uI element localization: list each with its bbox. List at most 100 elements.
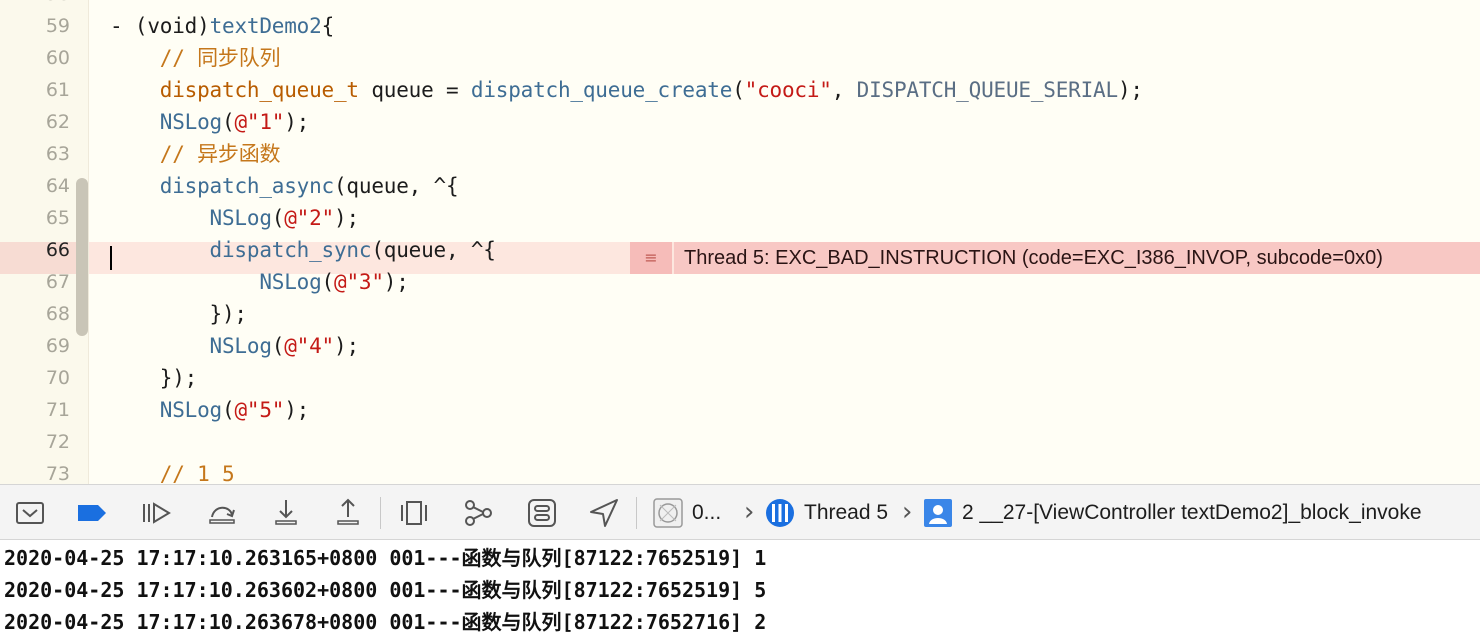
code-token: @"4" [284, 334, 334, 358]
line-number[interactable]: 73 [0, 458, 70, 484]
code-token: NSLog [159, 398, 222, 422]
code-token: (queue, ^{ [371, 238, 496, 262]
line-number[interactable]: 61 [0, 74, 70, 106]
code-line[interactable]: 61 dispatch_queue_t queue = dispatch_que… [0, 74, 1480, 106]
code-text[interactable]: }); [110, 298, 248, 330]
line-number[interactable]: 71 [0, 394, 70, 426]
code-text[interactable]: // 1 5 [110, 458, 235, 484]
code-token: ); [334, 334, 359, 358]
line-number[interactable]: 65 [0, 202, 70, 234]
thread-breadcrumb[interactable]: Thread 5 [804, 485, 888, 541]
step-into-icon[interactable] [268, 495, 304, 531]
code-text[interactable]: dispatch_queue_t queue = dispatch_queue_… [110, 74, 1143, 106]
stack-frame-user-icon [920, 495, 956, 531]
line-number[interactable]: 72 [0, 426, 70, 458]
line-number[interactable]: 63 [0, 138, 70, 170]
code-token: "cooci" [744, 78, 832, 102]
code-line[interactable]: 59 - (void)textDemo2{ [0, 10, 1480, 42]
code-token: ( [271, 334, 285, 358]
code-text[interactable]: // 异步函数 [110, 138, 281, 170]
code-text[interactable]: dispatch_async(queue, ^{ [110, 170, 459, 202]
code-token: , [831, 78, 857, 102]
code-line[interactable]: 69 NSLog(@"4"); [0, 330, 1480, 362]
line-number[interactable]: 70 [0, 362, 70, 394]
code-token: // 异步函数 [110, 142, 281, 166]
process-breadcrumb[interactable]: 0... [692, 485, 721, 541]
code-token: dispatch_async [159, 174, 334, 198]
code-token: NSLog [259, 270, 322, 294]
code-line[interactable]: 62 NSLog(@"1"); [0, 106, 1480, 138]
code-line[interactable]: 65 NSLog(@"2"); [0, 202, 1480, 234]
code-token: { [321, 14, 335, 38]
code-line[interactable]: 60 // 同步队列 [0, 42, 1480, 74]
line-number[interactable]: 69 [0, 330, 70, 362]
code-line[interactable]: 71 NSLog(@"5"); [0, 394, 1480, 426]
process-icon[interactable] [650, 495, 686, 531]
line-number[interactable]: 67 [0, 266, 70, 298]
breakpoints-toggle-icon[interactable] [74, 495, 110, 531]
line-number[interactable]: 62 [0, 106, 70, 138]
line-number[interactable]: 68 [0, 298, 70, 330]
code-text[interactable]: NSLog(@"2"); [110, 202, 360, 234]
frame-breadcrumb[interactable]: 2 __27-[ViewController textDemo2]_block_… [962, 485, 1422, 541]
code-token: // 同步队列 [110, 46, 281, 70]
line-number[interactable]: 66 [0, 234, 70, 266]
step-out-icon[interactable] [330, 495, 366, 531]
view-hierarchy-icon[interactable] [396, 495, 432, 531]
code-text[interactable]: - (void)textDemo2{ [110, 10, 334, 42]
code-token: textDemo2 [209, 14, 322, 38]
code-text[interactable]: NSLog(@"3"); [110, 266, 409, 298]
code-token: ); [1117, 78, 1143, 102]
line-number: 58 [0, 0, 70, 10]
thread-icon [762, 495, 798, 531]
continue-icon[interactable] [138, 495, 174, 531]
toolbar-separator [636, 497, 637, 529]
error-annotation[interactable]: Thread 5: EXC_BAD_INSTRUCTION (code=EXC_… [674, 242, 1480, 274]
text-caret [110, 246, 112, 270]
debug-console[interactable]: 2020-04-25 17:17:10.263165+0800 001---函数… [0, 540, 1480, 642]
code-text[interactable]: // 同步队列 [110, 42, 281, 74]
code-token: }); [110, 302, 248, 326]
code-token: NSLog [159, 110, 222, 134]
code-token: ( [732, 78, 745, 102]
code-text[interactable]: NSLog(@"4"); [110, 330, 360, 362]
code-text[interactable]: dispatch_sync(queue, ^{ [110, 234, 496, 266]
code-token: ); [334, 206, 359, 230]
hide-debug-area-icon[interactable] [12, 495, 48, 531]
code-line[interactable]: 70 }); [0, 362, 1480, 394]
code-line[interactable]: 73 // 1 5 [0, 458, 1480, 484]
error-message: Thread 5: EXC_BAD_INSTRUCTION (code=EXC_… [684, 247, 1383, 269]
step-over-icon[interactable] [204, 495, 240, 531]
line-number[interactable]: 60 [0, 42, 70, 74]
code-editor[interactable]: 58 59- (void)textDemo2{60 // 同步队列61 disp… [0, 0, 1480, 484]
code-text[interactable]: NSLog(@"5"); [110, 394, 310, 426]
environment-overrides-icon[interactable] [524, 495, 560, 531]
equals-icon[interactable]: ≡ [630, 242, 672, 274]
code-text[interactable]: }); [110, 362, 198, 394]
chevron-right-icon: › [744, 497, 755, 527]
code-line[interactable]: 64 dispatch_async(queue, ^{ [0, 170, 1480, 202]
code-line[interactable]: 63 // 异步函数 [0, 138, 1480, 170]
chevron-right-icon: › [902, 497, 913, 527]
code-line[interactable]: 68 }); [0, 298, 1480, 330]
code-token: NSLog [209, 334, 272, 358]
code-token: ( [321, 270, 335, 294]
code-text[interactable]: NSLog(@"1"); [110, 106, 310, 138]
line-number[interactable]: 59 [0, 10, 70, 42]
toolbar-separator [380, 497, 381, 529]
line-number[interactable]: 64 [0, 170, 70, 202]
code-line[interactable]: 72 [0, 426, 1480, 458]
simulate-location-icon[interactable] [586, 495, 622, 531]
error-annotation-toggle[interactable]: ≡ [630, 242, 672, 274]
debug-bar: 0... › Thread 5 › 2 __27-[ViewController… [0, 484, 1480, 540]
code-token: NSLog [209, 206, 272, 230]
code-token: @"2" [284, 206, 334, 230]
memory-graph-icon[interactable] [460, 495, 496, 531]
